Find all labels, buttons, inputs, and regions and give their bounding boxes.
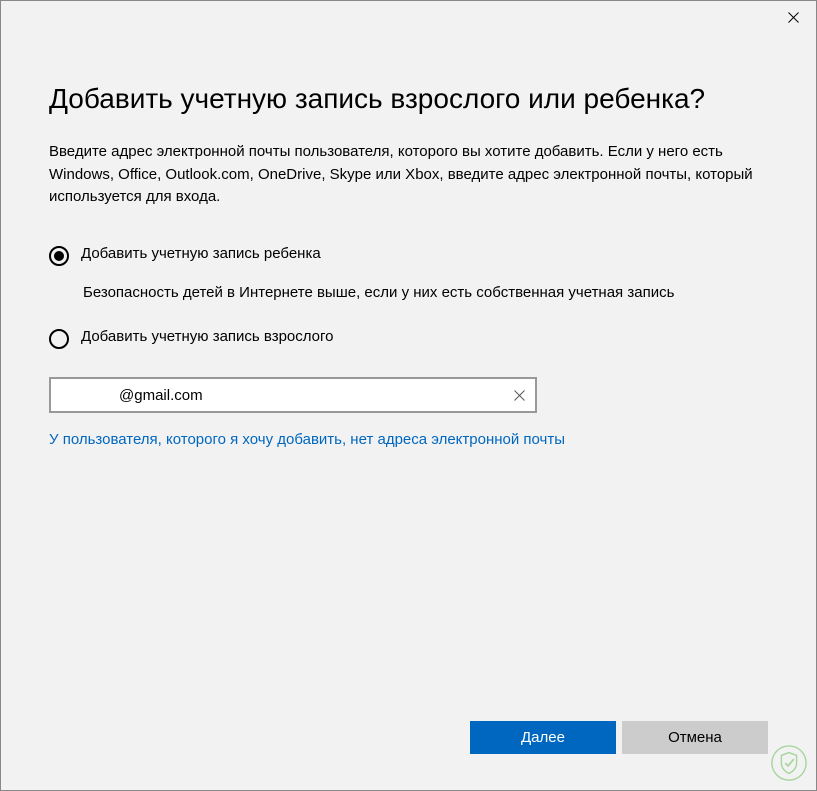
dialog-description: Введите адрес электронной почты пользова…	[49, 141, 768, 209]
clear-input-button[interactable]	[509, 385, 529, 405]
titlebar	[1, 1, 816, 33]
close-button[interactable]	[770, 1, 816, 33]
radio-icon	[49, 329, 69, 349]
button-row: Далее Отмена	[470, 721, 768, 754]
radio-option-child[interactable]: Добавить учетную запись ребенка	[49, 245, 768, 266]
email-input[interactable]	[49, 377, 537, 413]
no-email-link[interactable]: У пользователя, которого я хочу добавить…	[49, 431, 768, 448]
shield-icon	[770, 744, 808, 782]
dialog-heading: Добавить учетную запись взрослого или ре…	[49, 81, 768, 117]
x-icon	[514, 390, 525, 401]
radio-subtext-child: Безопасность детей в Интернете выше, есл…	[83, 282, 768, 305]
cancel-button[interactable]: Отмена	[622, 721, 768, 754]
radio-icon	[49, 246, 69, 266]
next-button[interactable]: Далее	[470, 721, 616, 754]
dialog-content: Добавить учетную запись взрослого или ре…	[1, 33, 816, 448]
radio-label-child: Добавить учетную запись ребенка	[81, 245, 321, 262]
radio-label-adult: Добавить учетную запись взрослого	[81, 328, 334, 345]
account-type-radio-group: Добавить учетную запись ребенка Безопасн…	[49, 245, 768, 350]
radio-option-adult[interactable]: Добавить учетную запись взрослого	[49, 328, 768, 349]
email-input-wrapper	[49, 377, 537, 413]
close-icon	[788, 12, 799, 23]
